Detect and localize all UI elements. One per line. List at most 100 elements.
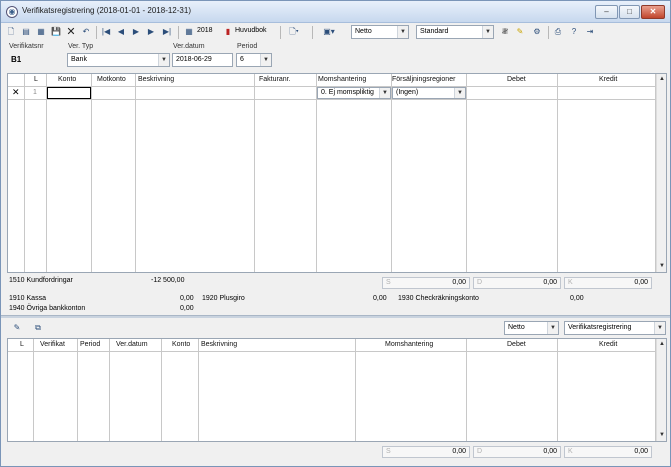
kundfordringar-value: -12 500,00	[151, 277, 185, 284]
chevron-down-icon: ▼	[654, 322, 665, 334]
moms-select[interactable]: 0. Ej momspliktig ▼	[317, 87, 391, 99]
chevron-down-icon: ▼	[379, 88, 390, 98]
lower-sum-s-box: S 0,00	[382, 446, 470, 458]
splitter[interactable]	[1, 315, 670, 318]
column-header[interactable]: Momshantering	[318, 74, 366, 86]
forward-record-icon[interactable]: ▶	[145, 25, 157, 40]
toolbar-separator	[312, 26, 313, 39]
entry-grid-scrollbar[interactable]: ▲ ▼	[656, 74, 666, 272]
exit-icon[interactable]: ⇥	[583, 25, 597, 40]
window-title: Verifikatsregistrering (2018-01-01 - 201…	[22, 6, 191, 15]
period-label: Period	[237, 43, 258, 50]
next-record-icon[interactable]: ▶	[130, 25, 142, 40]
calendar-icon[interactable]: ▦	[183, 25, 195, 40]
lower-view-select[interactable]: Verifikatsregistrering ▼	[564, 321, 666, 335]
previous-record-icon[interactable]: ◀	[115, 25, 127, 40]
row-edit-marker[interactable]: ✕	[12, 87, 20, 98]
row-line-number: 1	[33, 89, 37, 96]
attachment-icon[interactable]: 𝍸	[499, 25, 511, 40]
column-header[interactable]: Beskrivning	[201, 339, 237, 351]
checkkonto-value: 0,00	[570, 295, 584, 302]
ver-typ-select[interactable]: Bank ▼	[67, 53, 170, 67]
toolbar-separator	[96, 26, 97, 39]
settings-icon[interactable]: ⚙	[531, 25, 543, 40]
toolbar-separator	[548, 26, 549, 39]
sum-debet-box: D 0,00	[473, 277, 561, 289]
lower-sum-kredit-box: K 0,00	[564, 446, 652, 458]
help-icon[interactable]: ?	[568, 25, 580, 40]
close-button[interactable]: ✕	[641, 5, 665, 19]
sum-s-box: S 0,00	[382, 277, 470, 289]
column-header[interactable]: Debet	[507, 74, 526, 86]
year-button[interactable]: 2018	[197, 27, 213, 34]
scroll-up-icon[interactable]: ▲	[657, 339, 666, 349]
kassa-label: 1910 Kassa	[9, 295, 46, 302]
view-select[interactable]: Standard ▼	[416, 25, 494, 39]
column-header[interactable]: Period	[80, 339, 100, 351]
checkkonto-label: 1930 Checkräkningskonto	[398, 295, 479, 302]
column-header[interactable]: Försäljningsregioner	[392, 74, 455, 86]
scroll-up-icon[interactable]: ▲	[657, 74, 666, 84]
period-select[interactable]: 6 ▼	[236, 53, 272, 67]
open-icon[interactable]: ▦	[35, 25, 47, 40]
plusgiro-label: 1920 Plusgiro	[202, 295, 245, 302]
column-header[interactable]: Momshantering	[385, 339, 433, 351]
scroll-down-icon[interactable]: ▼	[657, 430, 666, 440]
column-header[interactable]: Beskrivning	[138, 74, 174, 86]
column-header[interactable]: Motkonto	[97, 74, 126, 86]
book-icon[interactable]: ▮	[222, 25, 234, 40]
report-dropdown-icon[interactable]: ▣▾	[317, 25, 341, 40]
chevron-down-icon: ▼	[260, 54, 271, 66]
huvudbok-button[interactable]: Huvudbok	[235, 27, 267, 34]
maximize-button[interactable]: □	[619, 5, 640, 19]
new-document-icon[interactable]: 🗋	[5, 25, 17, 40]
scroll-down-icon[interactable]: ▼	[657, 261, 666, 271]
print-icon[interactable]: ⎙	[552, 25, 564, 40]
mode-select[interactable]: Netto ▼	[351, 25, 409, 39]
ver-typ-label: Ver. Typ	[68, 43, 94, 50]
column-header[interactable]: Kredit	[599, 74, 617, 86]
copy-icon[interactable]: ⧉	[32, 321, 44, 336]
copy-voucher-icon[interactable]: ▤	[20, 25, 32, 40]
note-icon[interactable]: ✎	[514, 25, 526, 40]
title-bar: ◉ Verifikatsregistrering (2018-01-01 - 2…	[1, 1, 670, 23]
column-header[interactable]: L	[20, 339, 24, 351]
last-record-icon[interactable]: ▶|	[160, 25, 174, 40]
voucher-list-scrollbar[interactable]: ▲ ▼	[656, 339, 666, 441]
chevron-down-icon: ▼	[158, 54, 169, 66]
column-header[interactable]: Fakturanr.	[259, 74, 291, 86]
kassa-value: 0,00	[180, 295, 194, 302]
first-record-icon[interactable]: |◀	[100, 25, 112, 40]
column-header[interactable]: Ver.datum	[116, 339, 148, 351]
kundfordringar-label: 1510 Kundfordringar	[9, 277, 73, 284]
column-header[interactable]: Kredit	[599, 339, 617, 351]
column-header[interactable]: Debet	[507, 339, 526, 351]
chevron-down-icon: ▼	[547, 322, 558, 334]
save-icon[interactable]: 💾	[50, 25, 62, 40]
entry-grid: L Konto Motkonto Beskrivning Fakturanr. …	[7, 73, 667, 273]
undo-icon[interactable]: ↶	[80, 25, 92, 40]
ovriga-label: 1940 Övriga bankkonton	[9, 305, 86, 312]
plusgiro-value: 0,00	[373, 295, 387, 302]
konto-input[interactable]	[47, 87, 91, 99]
edit-icon[interactable]: ✎	[11, 321, 23, 336]
column-header[interactable]: Verifikat	[40, 339, 65, 351]
delete-icon[interactable]: ✕	[65, 25, 77, 40]
column-header[interactable]: Konto	[172, 339, 190, 351]
main-window: ◉ Verifikatsregistrering (2018-01-01 - 2…	[0, 0, 671, 467]
lower-mode-select[interactable]: Netto ▼	[504, 321, 559, 335]
verifikatsnr-value: B1	[11, 55, 22, 64]
lower-sum-debet-box: D 0,00	[473, 446, 561, 458]
minimize-button[interactable]: –	[595, 5, 618, 19]
region-select[interactable]: (Ingen) ▼	[392, 87, 466, 99]
ver-datum-field[interactable]: 2018-06-29	[172, 53, 233, 67]
column-header[interactable]: Konto	[58, 74, 76, 86]
column-header[interactable]: L	[34, 74, 38, 86]
ovriga-value: 0,00	[180, 305, 194, 312]
verifikatsnr-label: Verifikatsnr	[9, 43, 44, 50]
print-dropdown-icon[interactable]: 🗋▾	[285, 25, 303, 40]
toolbar-separator	[280, 26, 281, 39]
voucher-list-grid: L Verifikat Period Ver.datum Konto Beskr…	[7, 338, 667, 442]
sum-kredit-box: K 0,00	[564, 277, 652, 289]
chevron-down-icon: ▼	[397, 26, 408, 38]
